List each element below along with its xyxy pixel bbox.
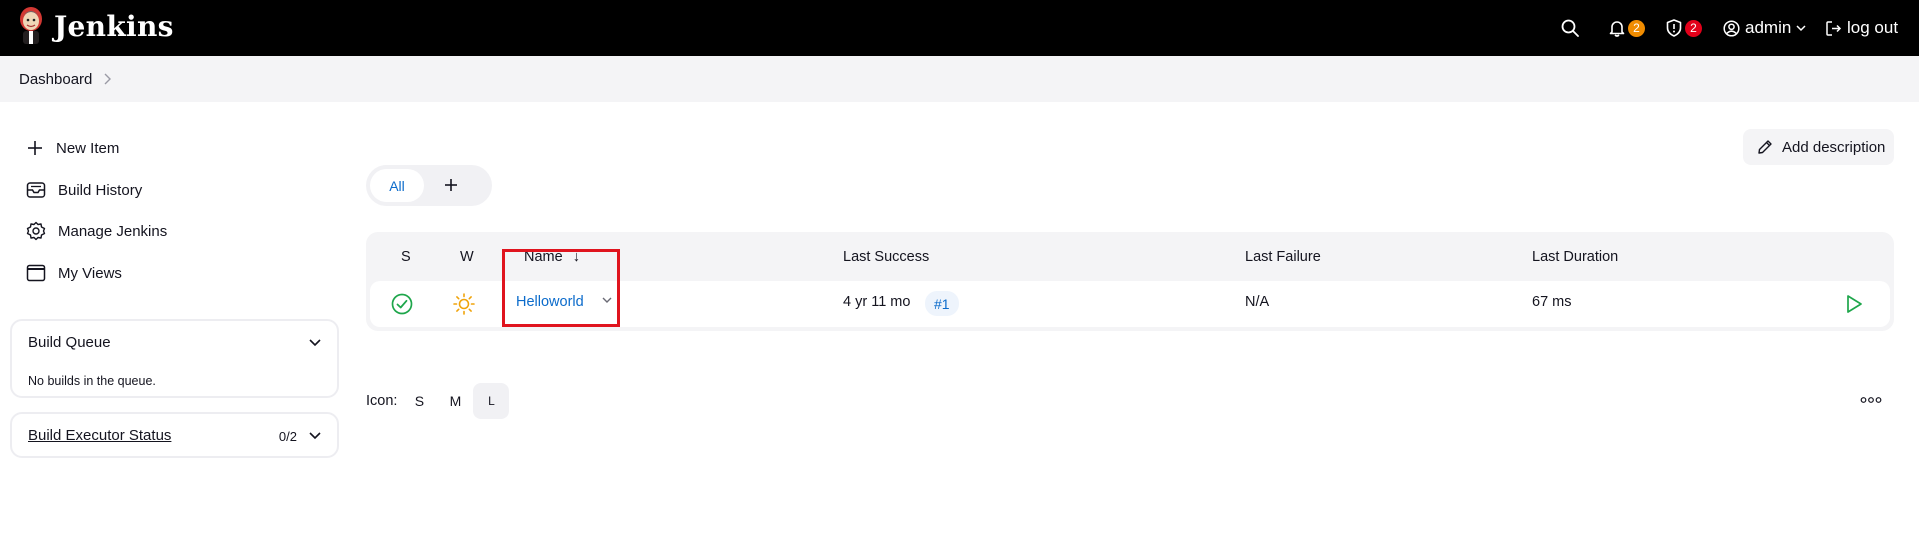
build-executor-title[interactable]: Build Executor Status xyxy=(28,427,171,444)
breadcrumb-dashboard[interactable]: Dashboard xyxy=(19,71,92,88)
add-description-button[interactable]: Add description xyxy=(1743,129,1894,165)
sidebar-item-new-item[interactable]: New Item xyxy=(26,134,119,162)
build-queue-title[interactable]: Build Queue xyxy=(28,334,111,351)
user-icon xyxy=(1723,19,1740,37)
col-header-weather[interactable]: W xyxy=(460,249,474,265)
notifications-badge: 2 xyxy=(1628,19,1645,37)
executor-count: 0/2 xyxy=(278,429,297,444)
add-view-button[interactable] xyxy=(440,174,462,196)
search-button[interactable] xyxy=(1561,0,1579,56)
last-duration-value: 67 ms xyxy=(1532,294,1572,310)
username: admin xyxy=(1745,18,1792,37)
build-number-link[interactable]: #1 xyxy=(925,291,959,316)
icon-size-m[interactable]: M xyxy=(437,383,473,419)
play-icon[interactable] xyxy=(1845,294,1863,314)
chevron-down-icon xyxy=(1796,24,1806,32)
shield-warning-icon xyxy=(1666,19,1682,37)
col-header-last-failure[interactable]: Last Failure xyxy=(1245,249,1321,265)
icon-size-selector: Icon: S M L xyxy=(366,383,510,419)
success-status-icon xyxy=(391,293,413,315)
jenkins-logo-icon xyxy=(18,6,44,46)
logout-button[interactable]: log out xyxy=(1825,0,1898,56)
icon-size-l[interactable]: L xyxy=(473,383,510,419)
pencil-icon xyxy=(1757,139,1773,155)
plus-icon xyxy=(26,139,44,157)
build-queue-empty-text: No builds in the queue. xyxy=(28,374,156,388)
tab-all[interactable]: All xyxy=(370,169,424,202)
notifications-button[interactable]: 2 xyxy=(1609,0,1645,56)
sidebar-item-label: Build History xyxy=(58,181,143,199)
search-icon xyxy=(1561,19,1579,37)
last-success-time: 4 yr 11 mo xyxy=(843,294,911,310)
sidebar-item-label: Manage Jenkins xyxy=(58,222,168,240)
bell-icon xyxy=(1609,19,1625,37)
chevron-right-icon[interactable] xyxy=(104,73,112,85)
inbox-icon xyxy=(26,181,46,199)
icon-size-s[interactable]: S xyxy=(401,383,437,419)
gear-icon xyxy=(26,221,46,241)
sunny-weather-icon xyxy=(453,293,475,315)
last-failure-value: N/A xyxy=(1245,294,1270,310)
jenkins-home-link[interactable]: Jenkins xyxy=(18,6,174,46)
more-options-icon[interactable] xyxy=(1860,396,1882,404)
breadcrumb: Dashboard xyxy=(0,56,1919,102)
sidebar-item-label: New Item xyxy=(56,139,120,157)
top-header: Jenkins 2 2 admin log out xyxy=(0,0,1919,56)
security-alerts-button[interactable]: 2 xyxy=(1666,0,1702,56)
security-badge: 2 xyxy=(1685,19,1702,37)
chevron-down-icon[interactable] xyxy=(309,339,321,347)
sidebar-item-label: My Views xyxy=(58,264,122,282)
brand-name: Jenkins xyxy=(54,9,174,43)
logout-icon xyxy=(1825,20,1842,37)
sidebar-item-build-history[interactable]: Build History xyxy=(26,176,142,204)
build-queue-panel: Build Queue No builds in the queue. xyxy=(10,319,339,398)
col-header-last-success[interactable]: Last Success xyxy=(843,249,929,265)
plus-icon xyxy=(440,174,462,196)
build-executor-panel: Build Executor Status 0/2 xyxy=(10,412,339,458)
window-icon xyxy=(26,264,46,282)
icon-size-label: Icon: xyxy=(366,393,398,409)
add-description-label: Add description xyxy=(1782,138,1886,156)
logout-label: log out xyxy=(1847,18,1899,37)
col-header-status[interactable]: S xyxy=(401,249,411,265)
sidebar-item-manage-jenkins[interactable]: Manage Jenkins xyxy=(26,217,167,245)
col-header-last-duration[interactable]: Last Duration xyxy=(1532,249,1618,265)
view-tabs: All xyxy=(366,165,492,206)
user-menu[interactable]: admin xyxy=(1723,0,1806,56)
sidebar-item-my-views[interactable]: My Views xyxy=(26,259,122,287)
highlight-box xyxy=(502,249,620,327)
chevron-down-icon[interactable] xyxy=(309,432,321,440)
